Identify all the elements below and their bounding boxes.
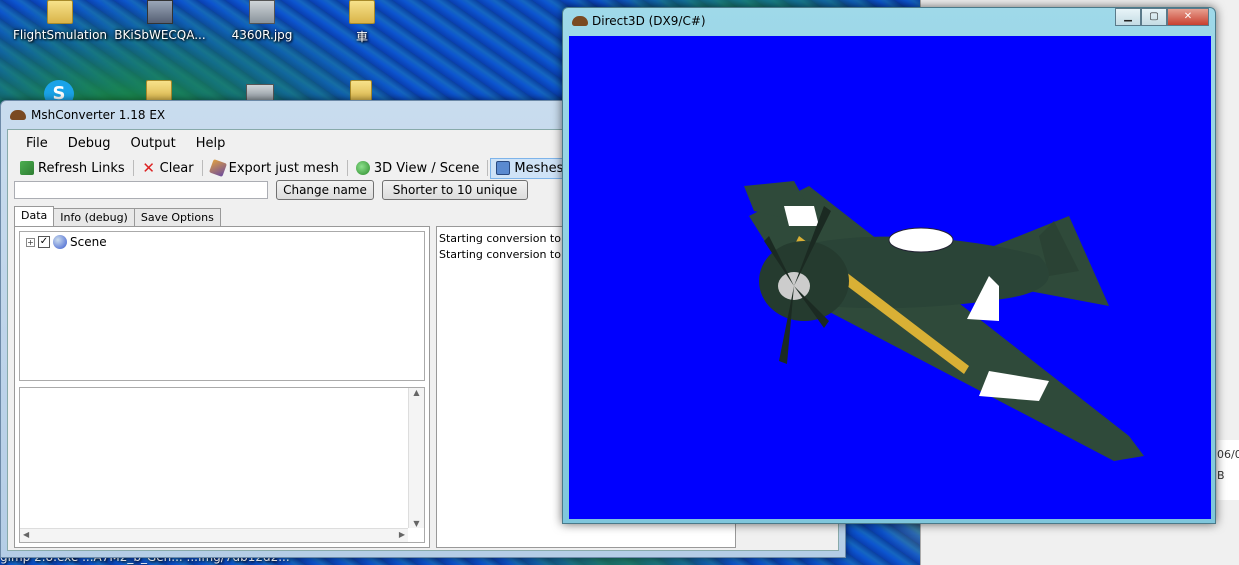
folder-icon[interactable] xyxy=(146,80,172,102)
refresh-links-button[interactable]: Refresh Links xyxy=(14,158,131,179)
window-title: MshConverter 1.18 EX xyxy=(31,108,166,122)
clear-label: Clear xyxy=(159,160,194,176)
wing-band-left xyxy=(784,206,819,226)
meshes-label: Meshes xyxy=(514,160,564,176)
window-title: Direct3D (DX9/C#) xyxy=(592,14,706,28)
tab-info-debug[interactable]: Info (debug) xyxy=(53,208,135,226)
tab-save-options[interactable]: Save Options xyxy=(133,208,221,226)
tab-data[interactable]: Data xyxy=(14,206,55,226)
close-button[interactable]: ✕ xyxy=(1167,8,1209,26)
sphere-icon xyxy=(53,235,67,249)
desktop-icon-label: FlightSmulation xyxy=(12,28,108,42)
desktop-icon-label: 車 xyxy=(355,30,368,44)
3d-view-scene-button[interactable]: 3D View / Scene xyxy=(350,158,486,179)
desktop-icon-4360r[interactable]: 4360R.jpg xyxy=(214,0,310,42)
clear-button[interactable]: ✕ Clear xyxy=(136,158,200,179)
3d-view-label: 3D View / Scene xyxy=(373,160,480,176)
desktop-icon-kuruma[interactable]: 車 xyxy=(314,0,410,45)
canopy xyxy=(888,227,954,253)
tab-strip: Data Info (debug) Save Options xyxy=(14,206,221,226)
menu-help[interactable]: Help xyxy=(188,134,234,153)
desktop-icon-bkisbwecqa[interactable]: BKiSbWECQA... xyxy=(112,0,208,42)
folder-icon xyxy=(349,0,375,24)
strip-text-size: B xyxy=(1217,469,1225,482)
desktop-icon-label: BKiSbWECQA... xyxy=(114,28,206,42)
tree-node-scene[interactable]: + ✓ Scene xyxy=(26,235,107,249)
detail-list[interactable]: ▲ ▼ ◀ ▶ xyxy=(19,387,425,543)
toolbar-separator xyxy=(132,160,134,176)
hat-icon xyxy=(10,110,26,120)
shorter-to-10-unique-button[interactable]: Shorter to 10 unique xyxy=(382,180,528,200)
export-just-mesh-button[interactable]: Export just mesh xyxy=(205,158,345,179)
maximize-button[interactable]: ▢ xyxy=(1141,8,1167,26)
export-label: Export just mesh xyxy=(228,160,339,176)
hat-icon xyxy=(572,16,588,26)
brush-icon xyxy=(208,159,227,177)
3d-viewport[interactable] xyxy=(569,36,1211,519)
name-input[interactable] xyxy=(14,181,268,199)
change-name-button[interactable]: Change name xyxy=(276,180,374,200)
toolbar-separator xyxy=(346,160,348,176)
scene-tree[interactable]: + ✓ Scene xyxy=(19,231,425,381)
desktop-icon-flightsimulation[interactable]: FlightSmulation xyxy=(12,0,108,42)
scroll-left-arrow-icon[interactable]: ◀ xyxy=(23,530,29,539)
expand-plus-icon[interactable]: + xyxy=(26,237,35,247)
folder-icon xyxy=(47,0,73,24)
vertical-scrollbar[interactable]: ▲ ▼ xyxy=(408,388,424,528)
tree-node-label: Scene xyxy=(70,235,107,249)
meshes-button[interactable]: Meshes xyxy=(490,157,570,179)
scroll-right-arrow-icon[interactable]: ▶ xyxy=(399,530,405,539)
main-wing xyxy=(749,186,1144,461)
minimize-button[interactable]: ▁ xyxy=(1115,8,1141,26)
refresh-links-icon xyxy=(20,161,34,175)
aircraft-model xyxy=(744,181,1144,461)
menu-output[interactable]: Output xyxy=(123,134,184,153)
folder-icon[interactable] xyxy=(350,80,372,102)
menu-debug[interactable]: Debug xyxy=(60,134,119,153)
desktop-icon-label: 4360R.jpg xyxy=(231,28,293,42)
tree-node-checkbox[interactable]: ✓ xyxy=(38,236,50,248)
scroll-up-arrow-icon[interactable]: ▲ xyxy=(409,388,424,397)
toolbar-separator xyxy=(201,160,203,176)
toolbar-separator xyxy=(487,160,489,176)
menu-file[interactable]: File xyxy=(18,134,56,153)
monitor-icon xyxy=(496,161,511,175)
file-icon xyxy=(147,0,173,24)
close-x-icon: ✕ xyxy=(142,159,155,177)
image-file-icon xyxy=(249,0,275,24)
globe-icon xyxy=(355,161,370,175)
strip-text-date: 06/0 xyxy=(1217,448,1239,461)
direct3d-titlebar[interactable]: Direct3D (DX9/C#) ▁ ▢ ✕ xyxy=(563,8,1215,34)
data-panel: + ✓ Scene ▲ ▼ ◀ ▶ xyxy=(14,226,430,548)
scroll-down-arrow-icon[interactable]: ▼ xyxy=(409,519,424,528)
direct3d-window[interactable]: Direct3D (DX9/C#) ▁ ▢ ✕ xyxy=(562,7,1216,524)
horizontal-scrollbar[interactable]: ◀ ▶ xyxy=(20,528,408,542)
refresh-links-label: Refresh Links xyxy=(38,160,125,176)
window-controls: ▁ ▢ ✕ xyxy=(1115,8,1209,26)
background-window-strip: 06/0 B xyxy=(1217,440,1239,500)
